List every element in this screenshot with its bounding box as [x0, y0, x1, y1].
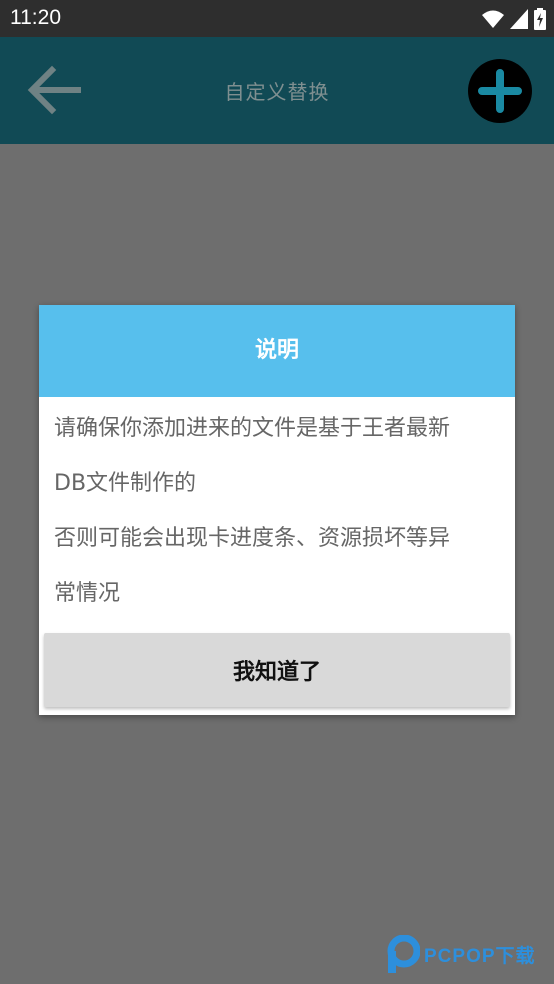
dialog-line: 请确保你添加进来的文件是基于王者最新	[54, 416, 451, 441]
status-time: 11:20	[10, 6, 61, 29]
wifi-icon	[482, 10, 504, 28]
confirm-button[interactable]: 我知道了	[44, 633, 510, 707]
status-bar: 11:20	[0, 0, 554, 37]
watermark: PCPOP下载	[382, 935, 554, 977]
dialog-message: 请确保你添加进来的文件是基于王者最新 DB文件制作的 否则可能会出现卡进度条、资…	[54, 401, 504, 621]
watermark-text: PCPOP下载	[424, 946, 536, 967]
battery-icon	[534, 8, 546, 30]
signal-icon	[510, 9, 528, 29]
info-dialog: 说明 请确保你添加进来的文件是基于王者最新 DB文件制作的 否则可能会出现卡进度…	[39, 305, 515, 715]
app-bar: 自定义替换	[0, 37, 554, 144]
plus-icon	[478, 69, 522, 113]
pcpop-logo-icon	[387, 935, 420, 973]
dialog-line: 常情况	[54, 581, 121, 606]
add-button[interactable]	[468, 59, 532, 123]
status-icons	[482, 8, 546, 30]
dialog-title: 说明	[39, 305, 515, 397]
dialog-line: 否则可能会出现卡进度条、资源损坏等异	[54, 526, 451, 551]
dialog-line: DB文件制作的	[54, 471, 197, 496]
